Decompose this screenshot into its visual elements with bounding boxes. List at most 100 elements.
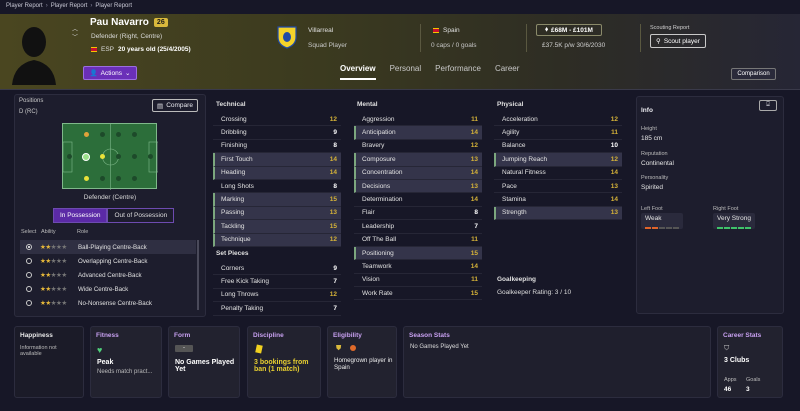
- role-item[interactable]: ★★★★★ Wide Centre-Back: [20, 282, 196, 296]
- actions-button[interactable]: 👤 Actions ⌄: [83, 66, 137, 80]
- attribute-row[interactable]: Pace 13: [494, 180, 622, 194]
- club-name[interactable]: Villarreal: [308, 27, 333, 34]
- breadcrumb-item[interactable]: Player Report: [6, 3, 43, 9]
- attribute-row[interactable]: Corners 9: [213, 262, 341, 276]
- scout-player-button[interactable]: ⚲ Scout player: [650, 34, 706, 48]
- attribute-row[interactable]: Finishing 8: [213, 140, 341, 154]
- attribute-row[interactable]: Dribbling 9: [213, 126, 341, 140]
- attribute-row[interactable]: Work Rate 15: [354, 287, 482, 301]
- in-possession-tab[interactable]: In Possession: [53, 208, 108, 223]
- role-item[interactable]: ★★★★★ No-Nonsense Centre-Back: [20, 296, 196, 310]
- attribute-row[interactable]: Tackling 15: [213, 220, 341, 234]
- career-stats-card[interactable]: Career Stats ⛉ 3 Clubs Apps 46 Goals 3: [717, 326, 783, 398]
- breadcrumb-item[interactable]: Player Report: [51, 3, 88, 9]
- form-card[interactable]: Form - No Games Played Yet: [168, 326, 240, 398]
- discipline-card[interactable]: Discipline 3 bookings from ban (1 match): [247, 326, 321, 398]
- attribute-name: Pace: [502, 182, 517, 190]
- attribute-row[interactable]: First Touch 14: [213, 153, 341, 167]
- attribute-name: Acceleration: [502, 115, 538, 123]
- attribute-row[interactable]: Natural Fitness 14: [494, 167, 622, 180]
- role-radio[interactable]: [26, 272, 32, 278]
- attribute-row[interactable]: Vision 11: [354, 274, 482, 288]
- transfer-value[interactable]: ⬧ £68M - £101M: [536, 24, 602, 36]
- attribute-row[interactable]: Aggression 11: [354, 113, 482, 127]
- comparison-button[interactable]: Comparison: [731, 68, 776, 80]
- season-stats-card[interactable]: Season Stats No Games Played Yet: [403, 326, 711, 398]
- role-radio[interactable]: [26, 286, 32, 292]
- attribute-name: Work Rate: [362, 289, 393, 297]
- out-of-possession-tab[interactable]: Out of Possession: [107, 208, 175, 223]
- club-crest-icon[interactable]: [276, 25, 298, 49]
- role-radio[interactable]: [26, 258, 32, 264]
- physical-attributes: Acceleration 12 Agility 11 Balance 10 Jumping …: [494, 113, 622, 221]
- attribute-row[interactable]: Free Kick Taking 7: [213, 275, 341, 289]
- role-radio[interactable]: [26, 300, 32, 306]
- attribute-row[interactable]: Determination 14: [354, 193, 482, 207]
- attribute-row[interactable]: Jumping Reach 12: [494, 153, 622, 167]
- chevron-down-icon[interactable]: ﹀: [72, 34, 78, 42]
- attribute-row[interactable]: Teamwork 14: [354, 260, 482, 274]
- roles-scrollbar[interactable]: [197, 240, 199, 310]
- tab-performance[interactable]: Performance: [435, 60, 481, 80]
- compare-button[interactable]: ▤ Compare: [152, 99, 198, 112]
- attribute-row[interactable]: Concentration 14: [354, 166, 482, 180]
- chevron-up-icon[interactable]: ︿: [72, 26, 78, 34]
- happiness-card[interactable]: Happiness Information not available: [14, 326, 84, 398]
- attribute-value: 14: [329, 169, 337, 177]
- attribute-row[interactable]: Long Throws 12: [213, 289, 341, 303]
- attribute-value: 13: [329, 209, 337, 217]
- attribute-row[interactable]: Marking 15: [213, 193, 341, 207]
- attribute-row[interactable]: Leadership 7: [354, 220, 482, 234]
- attribute-row[interactable]: Stamina 14: [494, 193, 622, 207]
- attribute-row[interactable]: Off The Ball 11: [354, 234, 482, 247]
- apps-value: 46: [724, 386, 732, 393]
- tab-overview[interactable]: Overview: [340, 60, 376, 80]
- attribute-row[interactable]: Heading 14: [213, 166, 341, 180]
- happiness-text: Information not available: [20, 345, 57, 357]
- attribute-row[interactable]: Crossing 12: [213, 113, 341, 127]
- season-stats-value: No Games Played Yet: [410, 344, 469, 350]
- role-item[interactable]: ★★★★★ Ball-Playing Centre-Back: [20, 240, 196, 254]
- attribute-row[interactable]: Balance 10: [494, 140, 622, 154]
- roles-header: Select Ability Role: [21, 229, 88, 235]
- attribute-row[interactable]: Passing 13: [213, 206, 341, 221]
- tab-personal[interactable]: Personal: [390, 60, 422, 80]
- chevron-right-icon: ›: [45, 3, 48, 9]
- attribute-value: 14: [470, 129, 478, 137]
- attribute-row[interactable]: Composure 13: [354, 153, 482, 167]
- attribute-row[interactable]: Acceleration 12: [494, 113, 622, 127]
- eligibility-card[interactable]: Eligibility ⛊ Homegrown player in Spain: [327, 326, 397, 398]
- attribute-row[interactable]: Strength 13: [494, 206, 622, 221]
- role-item[interactable]: ★★★★★ Advanced Centre-Back: [20, 268, 196, 282]
- attribute-value: 12: [329, 291, 337, 299]
- attribute-value: 13: [610, 209, 618, 217]
- attribute-row[interactable]: Anticipation 14: [354, 126, 482, 140]
- attribute-row[interactable]: Positioning 15: [354, 246, 482, 261]
- attribute-row[interactable]: Bravery 12: [354, 140, 482, 154]
- star-rating-icon: ★★★★★: [40, 257, 78, 265]
- personality-label: Personality: [641, 175, 669, 181]
- position-dot: [116, 154, 121, 159]
- attribute-value: 14: [470, 196, 478, 204]
- attribute-row[interactable]: Technique 12: [213, 233, 341, 247]
- attribute-row[interactable]: Long Shots 8: [213, 180, 341, 194]
- attribute-row[interactable]: Penalty Taking 7: [213, 302, 341, 316]
- role-item[interactable]: ★★★★★ Overlapping Centre-Back: [20, 254, 196, 268]
- role-name: Advanced Centre-Back: [78, 271, 142, 279]
- attribute-row[interactable]: Flair 8: [354, 207, 482, 221]
- eligibility-value: Homegrown player in Spain: [334, 357, 393, 371]
- player-age: 20 years old (25/4/2005): [118, 46, 191, 53]
- attribute-name: Aggression: [362, 115, 395, 123]
- attribute-row[interactable]: Agility 11: [494, 126, 622, 140]
- tab-career[interactable]: Career: [495, 60, 519, 80]
- role-radio[interactable]: [26, 244, 32, 250]
- positions-label: Positions: [19, 98, 44, 104]
- divider: [640, 24, 641, 52]
- info-person-button[interactable]: ⍓: [759, 100, 777, 111]
- attribute-name: Teamwork: [362, 262, 392, 270]
- attribute-name: Composure: [362, 155, 396, 163]
- attribute-row[interactable]: Decisions 13: [354, 179, 482, 194]
- fitness-card[interactable]: Fitness ♥ Peak Needs match pract...: [90, 326, 162, 398]
- player-nationality-age: ESP 20 years old (25/4/2005): [91, 46, 191, 53]
- player-nav-arrows[interactable]: ︿ ﹀: [72, 26, 78, 42]
